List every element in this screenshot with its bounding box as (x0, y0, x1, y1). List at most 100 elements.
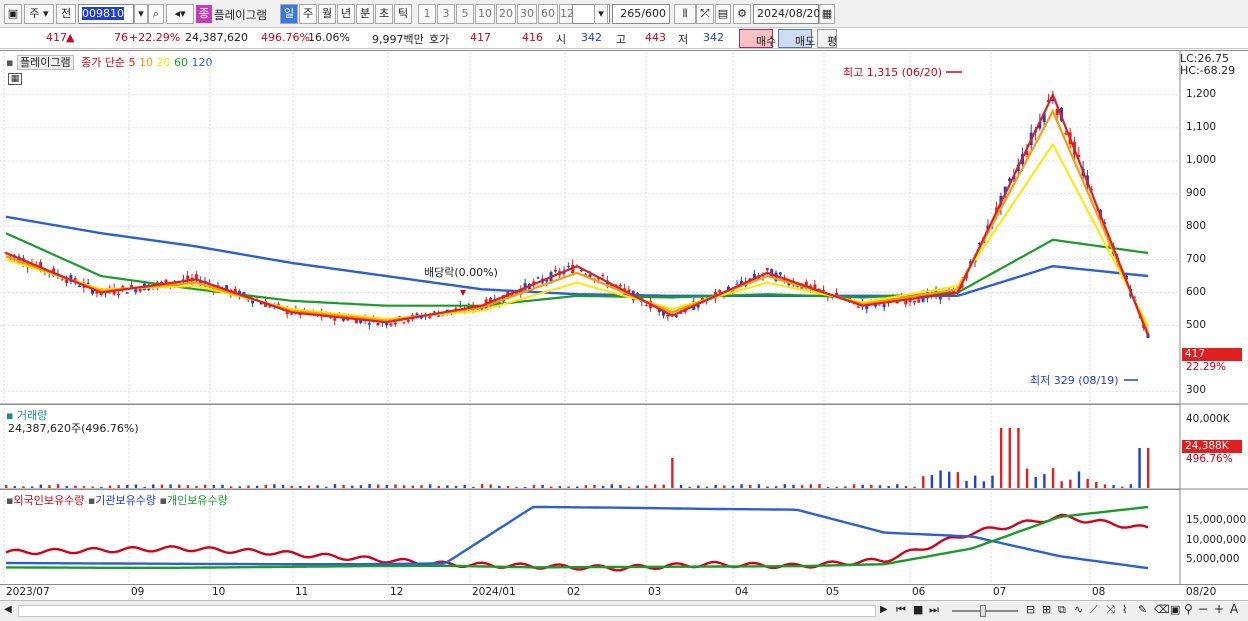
chevron-down-icon[interactable]: ▾ (134, 4, 148, 24)
search-icon[interactable]: ⌕ (148, 4, 164, 24)
tab-5[interactable]: 초 (375, 4, 393, 24)
candle-body (856, 306, 860, 308)
ma-line-20 (5, 142, 1149, 326)
candle-body (644, 304, 648, 306)
last-page-icon[interactable]: ⏭ (929, 603, 939, 617)
line-draw-icon[interactable]: ⤱ (696, 4, 714, 24)
candle-body (138, 288, 142, 292)
price-tick: 1,000 (1186, 153, 1217, 166)
candle-body (674, 315, 678, 317)
hc-label: HC:-68.29 (1180, 64, 1236, 77)
period-unit-select[interactable]: 주 ▾ (24, 4, 54, 24)
dividend-annotation: 배당락(0.00%) (424, 266, 498, 279)
candle-body (290, 313, 293, 315)
stock-code-input[interactable]: 009810 (78, 4, 134, 24)
candle-body (912, 301, 916, 303)
zoom-in-icon[interactable]: + (1214, 602, 1224, 616)
tab-0[interactable]: 일 (280, 4, 298, 24)
period-3[interactable]: 3 (437, 4, 455, 24)
window-menu-icon[interactable]: ▣ (4, 4, 22, 24)
gear-icon[interactable]: ⚙ (733, 4, 751, 24)
price: 417 (46, 31, 67, 44)
prev-button[interactable]: 전 (56, 4, 76, 24)
stock-code-value: 009810 (82, 7, 124, 20)
save-icon[interactable]: ▤ (715, 4, 731, 24)
count-field[interactable]: 265/600 (612, 4, 670, 24)
period-10[interactable]: 10 (475, 4, 495, 24)
trend-tool-icon[interactable]: ⟋ (1090, 603, 1098, 617)
layout-icon[interactable]: ⊟ (1026, 603, 1035, 616)
first-page-icon[interactable]: ⏮ (896, 603, 906, 617)
legend-foreign: 외국인보유수량 (13, 494, 85, 507)
ma-line-10 (5, 108, 1150, 333)
panel-icon[interactable]: ⧉ (1058, 603, 1066, 617)
holding-tick: 5,000,000 (1186, 553, 1240, 566)
x-label: 03 (648, 586, 662, 598)
magnifier-icon[interactable]: ⚲ (1184, 602, 1193, 616)
low-annotation: 최저 329 (08/19) (1030, 374, 1119, 387)
candle-body (389, 323, 393, 326)
avg-button[interactable]: 평 (817, 29, 837, 48)
candle-type-icon[interactable]: ⫴ (674, 4, 696, 24)
image-icon[interactable]: ▣ (1170, 603, 1180, 616)
pencil-icon[interactable]: ✎ (1138, 603, 1147, 616)
sell-label: 매도 (795, 35, 816, 48)
calendar-icon[interactable]: ▦ (819, 4, 835, 24)
holding-tick: 15,000,000 (1186, 513, 1247, 526)
tab-6[interactable]: 틱 (394, 4, 412, 24)
price-tick: 1,200 (1186, 87, 1217, 100)
text-tool-icon[interactable]: A (1230, 602, 1238, 616)
buy-button[interactable]: 매수 (739, 29, 777, 48)
open-price: 342 (581, 31, 602, 44)
candle-body (882, 304, 886, 308)
split-icon[interactable]: ⊞ (1042, 603, 1051, 616)
zoom-out-icon[interactable]: − (1198, 602, 1208, 616)
period-1[interactable]: 1 (418, 4, 436, 24)
tab-1[interactable]: 주 (299, 4, 317, 24)
period-30[interactable]: 30 (517, 4, 537, 24)
eraser-icon[interactable]: ⌫ (1154, 603, 1170, 616)
period-5[interactable]: 5 (456, 4, 474, 24)
last-pct-tag: 22.29% (1186, 361, 1227, 373)
x-label: 11 (295, 586, 309, 598)
tab-3[interactable]: 년 (337, 4, 355, 24)
x-label: 05 (826, 586, 840, 598)
horizontal-scrollbar[interactable] (18, 605, 876, 617)
speaker-icon[interactable]: ◂▾ (166, 4, 194, 24)
line-tool-icon[interactable]: ∿ (1074, 603, 1083, 616)
period-20[interactable]: 20 (496, 4, 516, 24)
x-label: 04 (735, 586, 749, 598)
candle-body (160, 281, 164, 283)
x-axis: 2023/07 09 10 11 12 2024/01 02 03 04 05 06 07 08 08/… (0, 584, 1248, 600)
bottom-bar: ◀ ▶ ⏮ ■ ⏭ ⊟ ⊞ ⧉ ∿ ⟋ ⤨ ⌇ ✎ ⌫ ▣ ⚲ − + A (0, 600, 1248, 621)
sell-button[interactable]: 매도 (778, 29, 816, 48)
change-pct: +22.29% (129, 31, 181, 44)
scroll-left-icon[interactable]: ◀ (4, 604, 12, 615)
stop-icon[interactable]: ■ (913, 603, 923, 616)
candle-body (376, 322, 380, 326)
low-price: 342 (703, 31, 724, 44)
zoom-slider-handle[interactable] (980, 605, 986, 617)
scroll-right-icon[interactable]: ▶ (880, 604, 888, 615)
candle-body (432, 311, 436, 313)
tab-4[interactable]: 분 (356, 4, 374, 24)
date-input[interactable]: 2024/08/20 (753, 4, 821, 24)
period-60[interactable]: 60 (538, 4, 558, 24)
buy-label: 매수 (756, 35, 777, 48)
volume-pct: 496.76% (261, 31, 310, 44)
candle-body (277, 303, 281, 305)
compare-icon[interactable]: ⤨ (1106, 603, 1115, 617)
x-label: 07 (993, 586, 1007, 598)
indicator-icon[interactable]: ⌇ (1122, 603, 1127, 616)
price-tick: 800 (1186, 219, 1207, 232)
count-value: 265 (620, 7, 642, 20)
date-value: 2024/08/20 (757, 7, 821, 20)
legend-institution: 기관보유수량 (95, 494, 157, 507)
candle-body (536, 277, 540, 279)
turnover: 16.06% (308, 31, 350, 44)
tab-2[interactable]: 월 (318, 4, 336, 24)
chevron-down-icon[interactable]: ▾ (594, 4, 608, 24)
price-tick: 900 (1186, 186, 1207, 199)
volume-pane: ▪ 거래량 24,387,620주(496.76%) (0, 404, 1180, 489)
toolbar: ▣ 주 ▾ 전 009810 ▾ ⌕ ◂▾ 종 플레이그램 일주월년분초틱 13… (0, 0, 1248, 28)
